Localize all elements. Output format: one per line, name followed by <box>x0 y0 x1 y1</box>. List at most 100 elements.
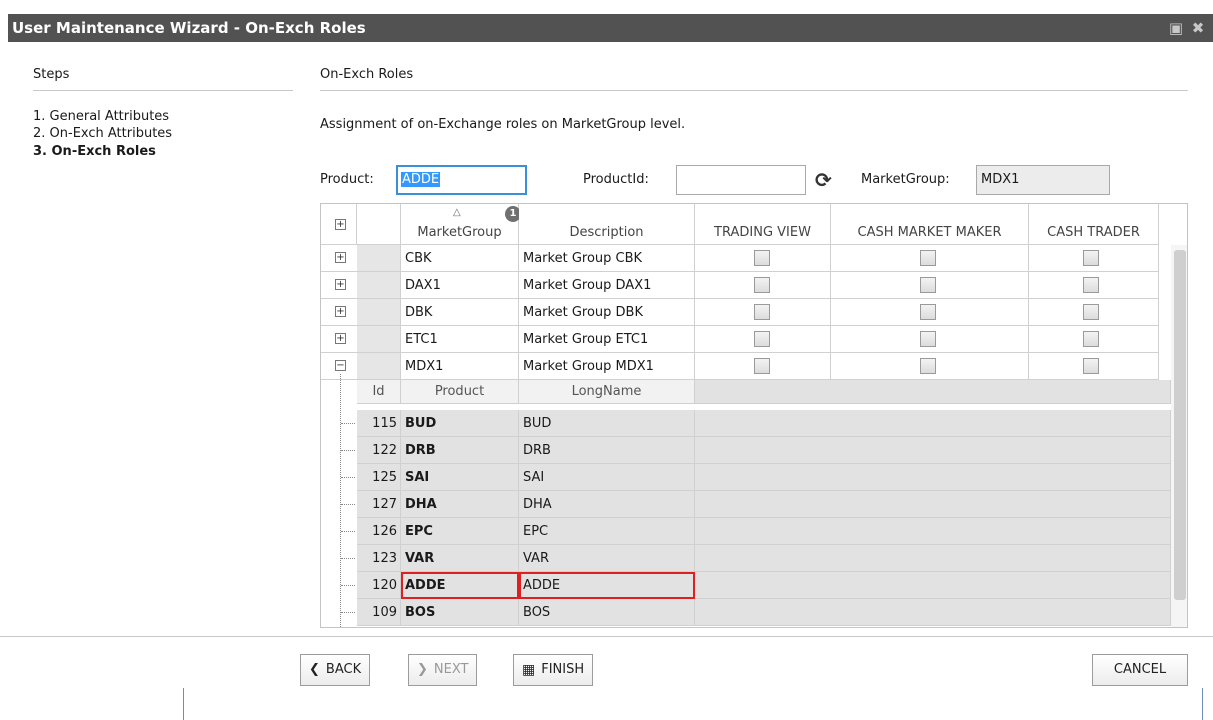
cell-longname[interactable]: BOS <box>519 599 695 626</box>
back-label: BACK <box>325 662 362 677</box>
cell-trading-view <box>695 272 831 299</box>
cell-id: 120 <box>357 572 401 599</box>
cell-product[interactable]: BUD <box>401 410 519 437</box>
list-item[interactable]: 120 ADDE ADDE <box>321 572 1171 599</box>
tree-branch <box>341 504 355 505</box>
pane-description: Assignment of on-Exchange roles on Marke… <box>320 117 686 132</box>
cell-marketgroup[interactable]: CBK <box>401 245 519 272</box>
table-row[interactable]: + DAX1 Market Group DAX1 <box>321 272 1171 299</box>
window-icon[interactable]: ▣ <box>1167 19 1185 37</box>
cash-market-maker-checkbox[interactable] <box>920 331 936 347</box>
cell-product[interactable]: BOS <box>401 599 519 626</box>
cell-longname-highlighted[interactable]: ADDE <box>519 572 695 599</box>
list-item[interactable]: 115 BUD BUD <box>321 410 1171 437</box>
trading-view-checkbox[interactable] <box>754 250 770 266</box>
cash-market-maker-checkbox[interactable] <box>920 277 936 293</box>
cell-longname[interactable]: SAI <box>519 464 695 491</box>
product-input[interactable]: ADDE <box>396 165 527 195</box>
cell-marketgroup[interactable]: DAX1 <box>401 272 519 299</box>
col-header-marketgroup[interactable]: △ 1 MarketGroup <box>401 204 521 245</box>
cell-longname[interactable]: DHA <box>519 491 695 518</box>
table-row[interactable]: + DBK Market Group DBK <box>321 299 1171 326</box>
cancel-button[interactable]: CANCEL <box>1092 654 1188 686</box>
sub-col-header-product[interactable]: Product <box>401 380 519 404</box>
cell-description[interactable]: Market Group CBK <box>519 245 695 272</box>
cell-cash-trader <box>1029 299 1159 326</box>
cell-trading-view <box>695 353 831 380</box>
list-item[interactable]: 125 SAI SAI <box>321 464 1171 491</box>
cash-market-maker-checkbox[interactable] <box>920 250 936 266</box>
tree-branch <box>341 423 355 424</box>
cell-product[interactable]: VAR <box>401 545 519 572</box>
cell-description[interactable]: Market Group DAX1 <box>519 272 695 299</box>
cell-longname[interactable]: BUD <box>519 410 695 437</box>
table-row[interactable]: + CBK Market Group CBK <box>321 245 1171 272</box>
cell-marketgroup[interactable]: DBK <box>401 299 519 326</box>
col-header-trading-view[interactable]: TRADING VIEW <box>695 204 831 245</box>
cash-trader-checkbox[interactable] <box>1083 304 1099 320</box>
finish-label: FINISH <box>541 662 585 677</box>
cell-longname[interactable]: DRB <box>519 437 695 464</box>
scrollbar-thumb[interactable] <box>1174 250 1186 600</box>
row-expand-cell: + <box>321 299 357 326</box>
cash-trader-checkbox[interactable] <box>1083 277 1099 293</box>
trading-view-checkbox[interactable] <box>754 304 770 320</box>
close-icon[interactable]: ✖ <box>1189 19 1207 37</box>
list-item[interactable]: 109 BOS BOS <box>321 599 1171 626</box>
cell-description[interactable]: Market Group MDX1 <box>519 353 695 380</box>
row-filler <box>695 599 1171 626</box>
cell-product-highlighted[interactable]: ADDE <box>401 572 519 599</box>
trading-view-checkbox[interactable] <box>754 277 770 293</box>
step-general-attributes[interactable]: 1. General Attributes <box>33 109 169 124</box>
cell-product[interactable]: DRB <box>401 437 519 464</box>
col-header-cash-market-maker[interactable]: CASH MARKET MAKER <box>831 204 1029 245</box>
expand-icon[interactable]: + <box>335 252 346 263</box>
header-expand-cell: + <box>321 204 357 245</box>
cell-description[interactable]: Market Group DBK <box>519 299 695 326</box>
cell-description[interactable]: Market Group ETC1 <box>519 326 695 353</box>
trading-view-checkbox[interactable] <box>754 331 770 347</box>
cash-trader-checkbox[interactable] <box>1083 250 1099 266</box>
col-header-description[interactable]: Description <box>519 204 695 245</box>
table-row[interactable]: + ETC1 Market Group ETC1 <box>321 326 1171 353</box>
cell-marketgroup[interactable]: ETC1 <box>401 326 519 353</box>
list-item[interactable]: 123 VAR VAR <box>321 545 1171 572</box>
cell-longname[interactable]: VAR <box>519 545 695 572</box>
cell-longname[interactable]: EPC <box>519 518 695 545</box>
productid-input[interactable] <box>676 165 806 195</box>
collapse-icon[interactable]: − <box>335 360 346 371</box>
cell-product[interactable]: SAI <box>401 464 519 491</box>
expand-icon[interactable]: + <box>335 306 346 317</box>
cash-trader-checkbox[interactable] <box>1083 331 1099 347</box>
expand-all-icon[interactable]: + <box>335 219 346 230</box>
step-on-exch-attributes[interactable]: 2. On-Exch Attributes <box>33 126 172 141</box>
list-item[interactable]: 126 EPC EPC <box>321 518 1171 545</box>
cash-market-maker-checkbox[interactable] <box>920 304 936 320</box>
cell-product[interactable]: EPC <box>401 518 519 545</box>
cell-marketgroup[interactable]: MDX1 <box>401 353 519 380</box>
finish-button[interactable]: ▦ FINISH <box>513 654 594 686</box>
cell-cash-trader <box>1029 245 1159 272</box>
trading-view-checkbox[interactable] <box>754 358 770 374</box>
cash-market-maker-checkbox[interactable] <box>920 358 936 374</box>
expand-icon[interactable]: + <box>335 279 346 290</box>
refresh-icon[interactable]: ⟳ <box>815 168 832 192</box>
sub-header-filler <box>695 380 1171 404</box>
row-indicator <box>357 326 401 353</box>
cash-trader-checkbox[interactable] <box>1083 358 1099 374</box>
list-item[interactable]: 127 DHA DHA <box>321 491 1171 518</box>
step-on-exch-roles[interactable]: 3. On-Exch Roles <box>33 144 156 159</box>
sub-col-header-id[interactable]: Id <box>357 380 401 404</box>
col-header-cash-trader[interactable]: CASH TRADER <box>1029 204 1159 245</box>
cell-cash-market-maker <box>831 353 1029 380</box>
table-row[interactable]: − MDX1 Market Group MDX1 <box>321 353 1171 380</box>
sub-col-header-longname[interactable]: LongName <box>519 380 695 404</box>
back-button[interactable]: ❮ BACK <box>300 654 371 686</box>
row-filler <box>695 410 1171 437</box>
cell-product[interactable]: DHA <box>401 491 519 518</box>
steps-divider <box>33 90 293 91</box>
list-item[interactable]: 122 DRB DRB <box>321 437 1171 464</box>
next-button[interactable]: ❯ NEXT <box>408 654 478 686</box>
cell-cash-trader <box>1029 326 1159 353</box>
expand-icon[interactable]: + <box>335 333 346 344</box>
